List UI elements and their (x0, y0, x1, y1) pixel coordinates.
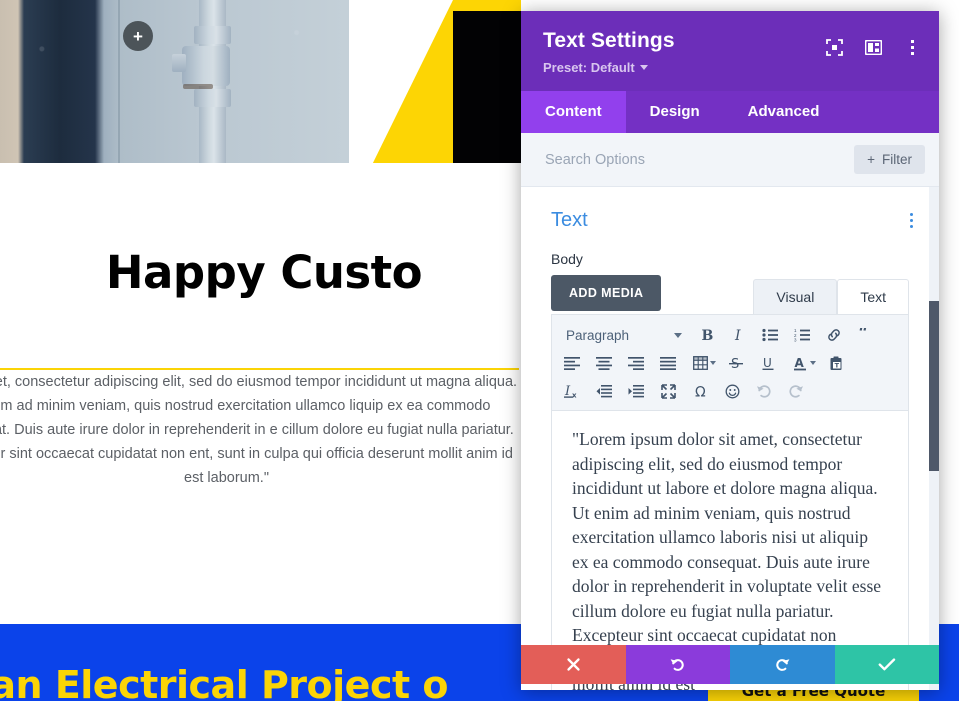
editor-top-row: ADD MEDIA Visual Text (551, 275, 909, 314)
outdent-icon[interactable] (588, 378, 620, 404)
pipe-collar-lower (194, 89, 231, 107)
modal-header: Text Settings Preset: Default (521, 11, 939, 91)
svg-text:A: A (795, 356, 805, 370)
preset-selector[interactable]: Preset: Default (543, 60, 648, 75)
align-left-icon[interactable] (556, 350, 588, 376)
search-options-row: + Filter (521, 133, 939, 187)
pipe-collar-upper (194, 26, 231, 44)
hero-photo (0, 0, 349, 163)
page-title: Happy Custo (0, 248, 528, 298)
section-title: Text (551, 209, 588, 232)
modal-header-actions (825, 38, 921, 56)
photo-texture (0, 0, 349, 163)
plus-icon: + (867, 152, 875, 167)
editor-toolbar: Paragraph B I (551, 314, 909, 411)
align-center-icon[interactable] (588, 350, 620, 376)
svg-text:3: 3 (794, 338, 797, 343)
bullet-list-icon[interactable] (754, 322, 786, 348)
undo-button[interactable] (626, 645, 731, 684)
body-field-label: Body (521, 232, 939, 267)
svg-text:U: U (763, 356, 772, 370)
black-block (453, 11, 521, 163)
modal-action-bar (521, 645, 939, 684)
section-more-icon[interactable] (908, 209, 915, 232)
strikethrough-icon[interactable]: S (720, 350, 752, 376)
text-section-header: Text (521, 187, 939, 232)
undo-icon[interactable] (748, 378, 780, 404)
svg-text:I: I (734, 328, 741, 343)
pipe-tee-joint (182, 46, 230, 86)
more-vertical-icon[interactable] (903, 38, 921, 56)
numbered-list-icon[interactable]: 1 2 3 (786, 322, 818, 348)
yellow-top-strip (453, 0, 521, 11)
panel-layout-icon[interactable] (864, 38, 882, 56)
focus-icon[interactable] (825, 38, 843, 56)
svg-text:“: “ (859, 328, 869, 342)
search-input[interactable] (545, 152, 795, 168)
wp-editor: ADD MEDIA Visual Text Paragraph (551, 275, 909, 690)
tab-advanced[interactable]: Advanced (724, 91, 844, 133)
filter-button[interactable]: + Filter (854, 145, 925, 174)
save-button[interactable] (835, 645, 940, 684)
screenshot-root: + Happy Custo lor sit amet, consectetur … (0, 0, 959, 701)
modal-scrollbar-thumb[interactable] (929, 301, 939, 471)
clear-formatting-icon[interactable]: I x (556, 378, 588, 404)
paste-as-text-icon[interactable]: T (820, 350, 852, 376)
add-module-button[interactable]: + (123, 21, 153, 51)
toolbar-row-1: Paragraph B I (556, 321, 904, 349)
tab-content[interactable]: Content (521, 91, 626, 133)
table-dropdown-chevron-icon[interactable] (710, 361, 716, 365)
tab-visual[interactable]: Visual (753, 279, 837, 314)
redo-button[interactable] (730, 645, 835, 684)
tab-design[interactable]: Design (626, 91, 724, 133)
svg-text:B: B (701, 328, 713, 343)
toolbar-row-2: S U A (556, 349, 904, 377)
align-justify-icon[interactable] (652, 350, 684, 376)
chevron-down-icon (674, 333, 682, 338)
emoji-icon[interactable] (716, 378, 748, 404)
link-icon[interactable] (818, 322, 850, 348)
blockquote-icon[interactable]: “ (850, 322, 882, 348)
text-settings-modal: Text Settings Preset: Default (521, 11, 939, 690)
redo-icon[interactable] (780, 378, 812, 404)
align-right-icon[interactable] (620, 350, 652, 376)
text-color-dropdown-chevron-icon[interactable] (810, 361, 816, 365)
chevron-down-icon (640, 65, 648, 70)
format-select-value: Paragraph (566, 328, 629, 343)
editor-mode-tabs: Visual Text (753, 279, 909, 314)
format-select[interactable]: Paragraph (556, 328, 690, 343)
filter-label: Filter (882, 152, 912, 167)
svg-text:Ω: Ω (695, 384, 706, 399)
underline-icon[interactable]: U (752, 350, 784, 376)
cancel-button[interactable] (521, 645, 626, 684)
toolbar-row-3: I x (556, 377, 904, 405)
pipe-nub (172, 54, 186, 72)
tab-text[interactable]: Text (837, 279, 909, 314)
special-character-icon[interactable]: Ω (684, 378, 716, 404)
indent-icon[interactable] (620, 378, 652, 404)
wall-seam (118, 0, 120, 163)
bold-icon[interactable]: B (690, 322, 722, 348)
fullscreen-icon[interactable] (652, 378, 684, 404)
svg-text:x: x (572, 391, 577, 399)
plus-icon: + (133, 28, 143, 45)
hero-paragraph: lor sit amet, consectetur adipiscing eli… (0, 370, 519, 490)
modal-tabs: Content Design Advanced (521, 91, 939, 133)
modal-scrollbar-track[interactable] (929, 187, 939, 690)
modal-body: Text Body ADD MEDIA Visual Text Pa (521, 187, 939, 690)
italic-icon[interactable]: I (722, 322, 754, 348)
add-media-button[interactable]: ADD MEDIA (551, 275, 661, 311)
svg-text:T: T (834, 361, 839, 369)
preset-label: Preset: Default (543, 60, 635, 75)
